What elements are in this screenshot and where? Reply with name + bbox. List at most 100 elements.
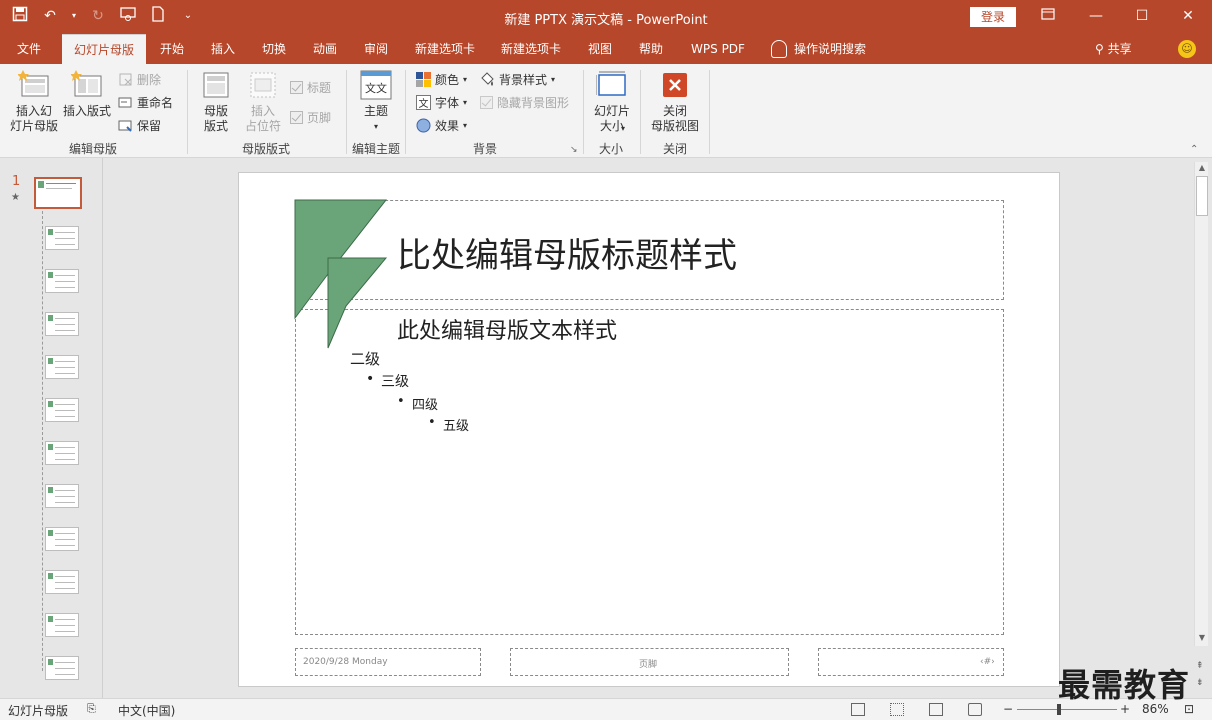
share-button[interactable]: ⚲ 共享 bbox=[1095, 34, 1132, 64]
thumbnail-line bbox=[55, 490, 75, 491]
insert-placeholder-button[interactable]: 插入 占位符 bbox=[240, 70, 286, 134]
themes-label: 主题 bbox=[363, 104, 388, 118]
tab-wps-pdf[interactable]: WPS PDF bbox=[684, 34, 752, 64]
master-layout-button[interactable]: 母版 版式 bbox=[196, 70, 236, 134]
next-slide-icon[interactable]: ⇟ bbox=[1196, 678, 1204, 688]
spelling-icon[interactable]: ⎘ bbox=[87, 702, 96, 716]
maximize-icon[interactable]: ☐ bbox=[1130, 4, 1154, 28]
slide-size-button[interactable]: 幻灯片 大小 bbox=[590, 70, 634, 134]
thumbnail-line bbox=[55, 416, 75, 417]
normal-view-icon[interactable] bbox=[851, 703, 865, 716]
thumbnail-line bbox=[46, 183, 76, 184]
layout-thumbnail[interactable] bbox=[45, 226, 79, 250]
insert-layout-button[interactable]: 插入版式 bbox=[62, 70, 112, 119]
insert-slide-master-label: 插入幻 灯片母版 bbox=[9, 104, 58, 133]
tab-home[interactable]: 开始 bbox=[152, 34, 192, 64]
tab-review[interactable]: 审阅 bbox=[356, 34, 396, 64]
thumbnail-line bbox=[55, 367, 75, 368]
background-styles-button[interactable]: 背景样式 ▾ bbox=[480, 69, 555, 89]
group-separator bbox=[640, 70, 641, 154]
share-label: 共享 bbox=[1107, 42, 1132, 56]
themes-dropdown-icon: ▾ bbox=[373, 122, 378, 131]
slide-number-placeholder[interactable] bbox=[818, 648, 1004, 676]
layout-thumbnail[interactable] bbox=[45, 269, 79, 293]
status-bar: 幻灯片母版 ⎘ 中文(中国) − + 86% ⊡ bbox=[0, 698, 1212, 720]
rename-button[interactable]: 重命名 bbox=[118, 92, 173, 112]
master-slide-thumbnail[interactable] bbox=[34, 177, 82, 209]
signin-button[interactable]: 登录 bbox=[970, 7, 1016, 27]
slide-size-label: 幻灯片 大小 bbox=[593, 104, 630, 133]
zoom-out-icon[interactable]: − bbox=[1003, 702, 1013, 716]
vertical-scrollbar[interactable]: ▲ ▼ bbox=[1194, 162, 1208, 646]
thumbnail-line bbox=[55, 576, 75, 577]
tab-new-1[interactable]: 新建选项卡 bbox=[407, 34, 483, 64]
preserve-button[interactable]: 保留 bbox=[118, 115, 161, 135]
layout-thumbnail[interactable] bbox=[45, 398, 79, 422]
layout-thumbnail[interactable] bbox=[45, 613, 79, 637]
previous-slide-icon[interactable]: ⇞ bbox=[1196, 661, 1204, 671]
scroll-thumb[interactable] bbox=[1196, 176, 1208, 216]
insert-layout-label: 插入版式 bbox=[62, 104, 111, 118]
fonts-button[interactable]: 文 字体 ▾ bbox=[416, 92, 467, 112]
thumbnail-line bbox=[55, 281, 75, 282]
star-icon: ★ bbox=[11, 192, 20, 203]
tab-new-2[interactable]: 新建选项卡 bbox=[493, 34, 569, 64]
title-bar: ↶ ▾ ↻ ⌄ 新建 PPTX 演示文稿 - PowerPoint 登录 — ☐… bbox=[0, 0, 1212, 34]
insert-slide-master-button[interactable]: 插入幻 灯片母版 bbox=[8, 70, 60, 134]
scroll-up-icon[interactable]: ▲ bbox=[1195, 162, 1209, 174]
slideshow-icon[interactable] bbox=[968, 703, 982, 716]
footer-checkbox[interactable]: 页脚 bbox=[290, 107, 331, 127]
effects-button[interactable]: 效果 ▾ bbox=[416, 115, 467, 135]
delete-button[interactable]: 删除 bbox=[118, 69, 161, 89]
footer-text: 页脚 bbox=[639, 660, 658, 670]
rename-icon bbox=[118, 95, 133, 110]
layout-thumbnail[interactable] bbox=[45, 527, 79, 551]
themes-button[interactable]: 文文 主题 ▾ bbox=[356, 70, 396, 134]
scroll-down-icon[interactable]: ▼ bbox=[1195, 632, 1209, 644]
thumbnail-logo bbox=[48, 659, 53, 665]
close-icon[interactable]: ✕ bbox=[1176, 4, 1200, 28]
zoom-slider[interactable] bbox=[1017, 709, 1117, 710]
slide-number-text: ‹#› bbox=[980, 657, 995, 667]
hide-background-checkbox[interactable]: 隐藏背景图形 bbox=[480, 92, 569, 112]
hide-background-label: 隐藏背景图形 bbox=[497, 95, 570, 110]
tab-insert[interactable]: 插入 bbox=[203, 34, 243, 64]
slide-sorter-icon[interactable] bbox=[890, 703, 904, 716]
status-language[interactable]: 中文(中国) bbox=[118, 702, 175, 719]
colors-button[interactable]: 颜色 ▾ bbox=[416, 69, 467, 89]
body-placeholder[interactable] bbox=[295, 309, 1004, 635]
tab-view[interactable]: 视图 bbox=[580, 34, 620, 64]
master-layout-icon bbox=[200, 70, 232, 100]
tab-slide-master[interactable]: 幻灯片母版 bbox=[62, 34, 146, 64]
collapse-ribbon-icon[interactable]: ⌃ bbox=[1190, 144, 1198, 155]
group-label-master-layout: 母版版式 bbox=[241, 142, 290, 156]
layout-thumbnail[interactable] bbox=[45, 355, 79, 379]
body-level-3-text: 三级 bbox=[381, 374, 409, 390]
background-styles-label: 背景样式 bbox=[499, 72, 548, 87]
thumbnail-line bbox=[55, 496, 75, 497]
logo-image bbox=[290, 198, 390, 353]
minimize-icon[interactable]: — bbox=[1084, 4, 1108, 28]
tab-help[interactable]: 帮助 bbox=[631, 34, 671, 64]
layout-thumbnail[interactable] bbox=[45, 656, 79, 680]
hide-background-checkbox-box bbox=[480, 95, 493, 109]
ribbon-display-options-icon[interactable] bbox=[1036, 4, 1060, 28]
title-checkbox[interactable]: 标题 bbox=[290, 77, 331, 97]
layout-thumbnail[interactable] bbox=[45, 570, 79, 594]
layout-thumbnail[interactable] bbox=[45, 312, 79, 336]
thumbnail-line bbox=[55, 662, 75, 663]
tell-me-search[interactable]: 操作说明搜索 bbox=[794, 34, 878, 64]
tab-animations[interactable]: 动画 bbox=[305, 34, 345, 64]
thumbnail-line bbox=[55, 361, 75, 362]
layout-thumbnail[interactable] bbox=[45, 484, 79, 508]
reading-view-icon[interactable] bbox=[929, 703, 943, 716]
layout-thumbnail[interactable] bbox=[45, 441, 79, 465]
thumbnail-line bbox=[55, 324, 75, 325]
tab-transitions[interactable]: 切换 bbox=[254, 34, 294, 64]
tab-file[interactable]: 文件 bbox=[6, 34, 52, 64]
dialog-launcher-icon[interactable]: ↘ bbox=[570, 145, 578, 155]
feedback-smiley-icon[interactable]: ☺ bbox=[1178, 40, 1196, 58]
colors-label: 颜色 bbox=[435, 72, 460, 87]
thumbnail-line bbox=[55, 232, 75, 233]
close-master-view-button[interactable]: 关闭 母版视图 bbox=[648, 70, 702, 134]
